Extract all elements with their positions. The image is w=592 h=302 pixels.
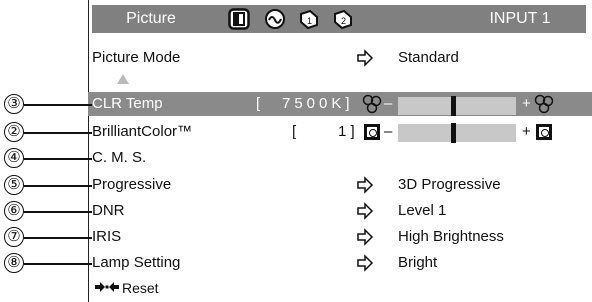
picture-mode-value[interactable]: Standard xyxy=(398,48,459,68)
brilliantcolor-high-icon xyxy=(536,124,552,140)
brilliantcolor-minus: – xyxy=(384,123,393,140)
input-indicator: INPUT 1 xyxy=(489,10,551,27)
clr-temp-bracket: [ xyxy=(256,95,261,112)
brilliantcolor-slider-thumb[interactable] xyxy=(451,123,457,143)
clr-temp-value: 7500K] xyxy=(282,95,354,112)
arrow-right-icon xyxy=(357,254,374,272)
brilliantcolor-low-icon xyxy=(364,124,380,140)
callout-leader xyxy=(24,158,92,160)
arrow-right-icon xyxy=(357,228,374,246)
callout-badge: ⑦ xyxy=(4,227,24,247)
clr-temp-slider-track[interactable] xyxy=(398,97,516,115)
brilliantcolor-value: 1 ] xyxy=(338,123,355,140)
iris-label[interactable]: IRIS xyxy=(92,227,121,247)
callout-badge: ⑤ xyxy=(4,175,24,195)
picture-tab-icon[interactable] xyxy=(228,8,250,30)
callout-badge: ⑧ xyxy=(4,253,24,273)
callout-badge: ④ xyxy=(4,148,24,168)
callout-leader xyxy=(24,185,92,187)
triangle-up-icon xyxy=(117,74,129,84)
picture-mode-label[interactable]: Picture Mode xyxy=(92,48,180,68)
cms-label[interactable]: C. M. S. xyxy=(92,148,146,168)
callout-badge: ③ xyxy=(4,94,24,114)
menu-left-border xyxy=(88,0,89,302)
brilliantcolor-label[interactable]: BrilliantColor™ xyxy=(92,122,192,142)
callout-leader xyxy=(24,132,92,134)
lamp-setting-value[interactable]: Bright xyxy=(398,253,437,273)
clr-temp-minus: – xyxy=(384,95,393,112)
svg-text:2: 2 xyxy=(341,16,346,26)
callout-badge: ⑥ xyxy=(4,201,24,221)
dnr-label[interactable]: DNR xyxy=(92,201,125,221)
arrow-right-icon xyxy=(357,176,374,194)
progressive-label[interactable]: Progressive xyxy=(92,175,171,195)
options-tab-icon[interactable]: 2 xyxy=(332,8,354,30)
reset-arrows-icon xyxy=(95,282,119,292)
arrow-right-icon xyxy=(357,49,374,67)
color-temp-high-icon xyxy=(534,94,554,114)
reset-label[interactable]: Reset xyxy=(122,278,159,298)
clr-temp-slider-thumb[interactable] xyxy=(451,96,457,116)
clr-temp-plus: + xyxy=(522,95,531,112)
callout-leader xyxy=(24,211,92,213)
clr-temp-label[interactable]: CLR Temp xyxy=(92,94,163,114)
lamp-setting-label[interactable]: Lamp Setting xyxy=(92,253,180,273)
brilliantcolor-bracket: [ xyxy=(292,123,297,140)
callout-leader xyxy=(24,237,92,239)
arrow-right-icon xyxy=(357,202,374,220)
iris-value[interactable]: High Brightness xyxy=(398,227,504,247)
color-temp-low-icon xyxy=(362,94,382,114)
brilliantcolor-slider-track[interactable] xyxy=(398,124,516,142)
dnr-value[interactable]: Level 1 xyxy=(398,201,446,221)
svg-text:1: 1 xyxy=(307,16,312,26)
audio-tab-icon[interactable] xyxy=(264,8,286,30)
progressive-value[interactable]: 3D Progressive xyxy=(398,175,501,195)
callout-badge: ② xyxy=(4,122,24,142)
setup-tab-icon[interactable]: 1 xyxy=(298,8,320,30)
callout-leader xyxy=(24,104,92,106)
tab-picture[interactable]: Picture xyxy=(96,7,206,31)
brilliantcolor-plus: + xyxy=(522,123,531,140)
callout-leader xyxy=(24,263,92,265)
